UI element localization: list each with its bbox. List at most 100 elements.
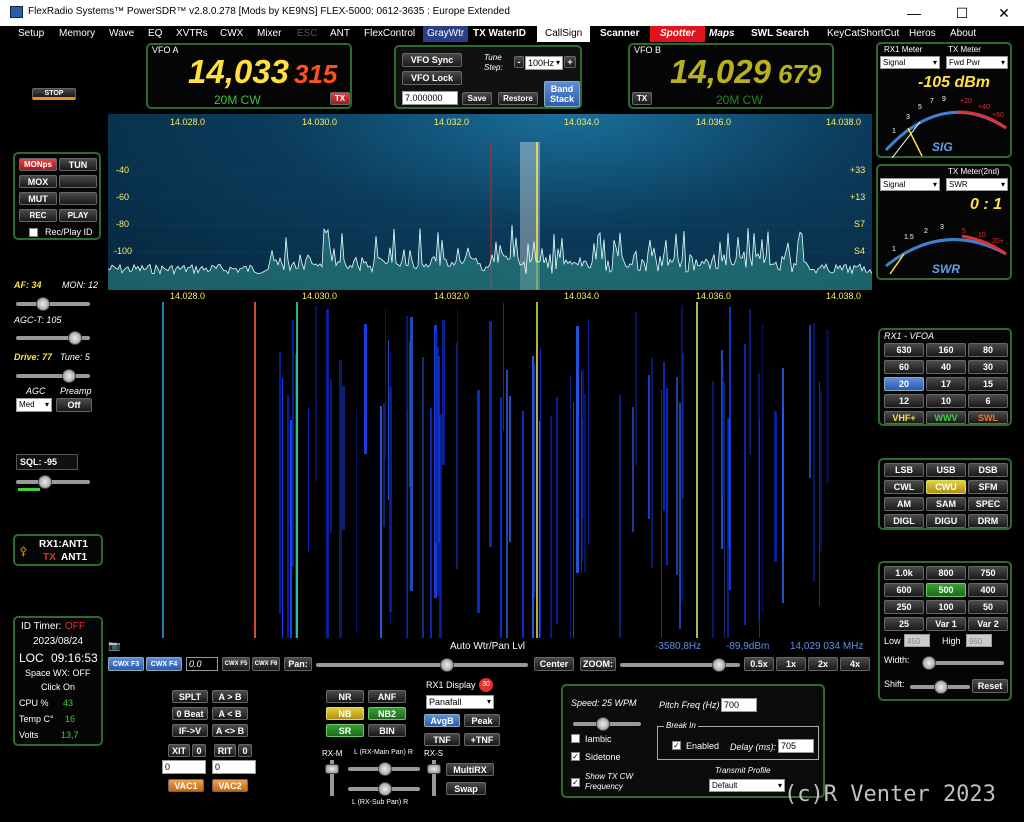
af-slider-track[interactable] xyxy=(16,302,90,306)
mode-spec-button[interactable]: SPEC xyxy=(968,497,1008,511)
avgb-button[interactable]: AvgB xyxy=(424,714,460,727)
menu-heros[interactable]: Heros xyxy=(909,28,936,39)
menu-tx-waterid[interactable]: TX WaterID xyxy=(473,28,526,39)
main-pan-slider-knob[interactable] xyxy=(378,762,392,776)
nr-button[interactable]: NR xyxy=(326,690,364,703)
mode-sfm-button[interactable]: SFM xyxy=(968,480,1008,494)
id-timer-value[interactable]: OFF xyxy=(65,621,85,632)
vfo-a-freq-sub[interactable]: 315 xyxy=(294,59,337,90)
tune-step-select[interactable]: 100Hz xyxy=(525,56,563,70)
menu-memory[interactable]: Memory xyxy=(59,28,95,39)
band-6-button[interactable]: 6 xyxy=(968,394,1008,408)
vfo-b-freq-sub[interactable]: 679 xyxy=(778,59,821,90)
zoom-2x-button[interactable]: 2x xyxy=(808,657,838,671)
agc-select[interactable]: Med xyxy=(16,398,52,412)
blank-button-2[interactable] xyxy=(59,192,97,205)
mode-cwu-button[interactable]: CWU xyxy=(926,480,966,494)
mode-lsb-button[interactable]: LSB xyxy=(884,463,924,477)
xit-value-input[interactable]: 0 xyxy=(162,760,206,774)
filter-250-button[interactable]: 250 xyxy=(884,600,924,614)
af-slider-knob[interactable] xyxy=(36,297,50,311)
mode-digu-button[interactable]: DIGU xyxy=(926,514,966,528)
bin-button[interactable]: BIN xyxy=(368,724,406,737)
panadapter-display[interactable]: 14.028.0 14.030.0 14.032.0 14.034.0 14.0… xyxy=(108,114,872,290)
band-wwv-button[interactable]: WWV xyxy=(926,411,966,424)
zoom-button[interactable]: ZOOM: xyxy=(580,657,616,671)
mode-drm-button[interactable]: DRM xyxy=(968,514,1008,528)
rit-zero-button[interactable]: 0 xyxy=(238,744,252,757)
filter-low-input[interactable]: 450 xyxy=(904,634,930,647)
mode-sam-button[interactable]: SAM xyxy=(926,497,966,511)
menu-about[interactable]: About xyxy=(950,28,976,39)
menu-setup[interactable]: Setup xyxy=(18,28,44,39)
multirx-button[interactable]: MultiRX xyxy=(446,763,494,776)
zoom-05x-button[interactable]: 0.5x xyxy=(744,657,774,671)
sql-slider-knob[interactable] xyxy=(38,475,52,489)
band-30-button[interactable]: 30 xyxy=(968,360,1008,374)
if-to-v-button[interactable]: IF->V xyxy=(172,724,208,737)
vfo-a-tx-button[interactable]: TX xyxy=(330,92,350,105)
sidetone-checkbox[interactable]: ✓ xyxy=(571,752,580,761)
vac2-button[interactable]: VAC2 xyxy=(212,779,248,792)
delay-input[interactable]: 705 xyxy=(778,739,814,753)
band-20-button[interactable]: 20 xyxy=(884,377,924,391)
menu-xvtrs[interactable]: XVTRs xyxy=(176,28,208,39)
restore-button[interactable]: Restore xyxy=(498,92,538,105)
filter-1k-button[interactable]: 1.0k xyxy=(884,566,924,580)
vfo-b-tx-button[interactable]: TX xyxy=(632,92,652,105)
monps-button[interactable]: MONps xyxy=(19,158,57,171)
band-17-button[interactable]: 17 xyxy=(926,377,966,391)
iambic-checkbox[interactable] xyxy=(571,734,580,743)
nb2-button[interactable]: NB2 xyxy=(368,707,406,720)
zoom-1x-button[interactable]: 1x xyxy=(776,657,806,671)
rx-antenna-label[interactable]: RX1:ANT1 xyxy=(39,539,88,550)
tx-profile-select[interactable]: Default xyxy=(709,779,785,792)
vfo-b-freq[interactable]: 14,029 xyxy=(670,53,771,91)
band-10-button[interactable]: 10 xyxy=(926,394,966,408)
tune-step-plus-button[interactable]: + xyxy=(564,56,576,68)
cwx-f3-button[interactable]: CWX F3 xyxy=(108,657,144,671)
filter-reset-button[interactable]: Reset xyxy=(972,679,1008,693)
multirx-swap-button[interactable]: Swap xyxy=(446,782,486,795)
tun-button[interactable]: TUN xyxy=(59,158,97,171)
band-630-button[interactable]: 630 xyxy=(884,343,924,357)
click-on-label[interactable]: Click On xyxy=(41,682,75,692)
vfo-lock-button[interactable]: VFO Lock xyxy=(402,71,462,85)
filter-750-button[interactable]: 750 xyxy=(968,566,1008,580)
menu-ant[interactable]: ANT xyxy=(330,28,350,39)
show-tx-cw-checkbox[interactable]: ✓ xyxy=(571,778,580,787)
filter-600-button[interactable]: 600 xyxy=(884,583,924,597)
band-vhf-button[interactable]: VHF+ xyxy=(884,411,924,424)
filter-25-button[interactable]: 25 xyxy=(884,617,924,631)
a-to-b-button[interactable]: A > B xyxy=(212,690,248,703)
band-15-button[interactable]: 15 xyxy=(968,377,1008,391)
pan-button[interactable]: Pan: xyxy=(284,657,312,671)
menu-esc[interactable]: ESC xyxy=(297,28,318,39)
sql-slider-track[interactable] xyxy=(16,480,90,484)
menu-graywtr[interactable]: GrayWtr xyxy=(423,26,469,42)
band-160-button[interactable]: 160 xyxy=(926,343,966,357)
filter-var1-button[interactable]: Var 1 xyxy=(926,617,966,631)
vac1-button[interactable]: VAC1 xyxy=(168,779,204,792)
sr-button[interactable]: SR xyxy=(326,724,364,737)
mode-am-button[interactable]: AM xyxy=(884,497,924,511)
pan-slider-knob[interactable] xyxy=(440,658,454,672)
minimize-icon[interactable]: — xyxy=(904,4,924,22)
cwx-f4-button[interactable]: CWX F4 xyxy=(146,657,182,671)
filter-shift-slider-knob[interactable] xyxy=(934,680,948,694)
band-stack-button[interactable]: Band Stack xyxy=(544,81,580,107)
drive-slider-track[interactable] xyxy=(16,374,90,378)
swap-ab-button[interactable]: A <> B xyxy=(212,724,248,737)
save-button[interactable]: Save xyxy=(462,92,492,105)
filter-500-button[interactable]: 500 xyxy=(926,583,966,597)
breakin-enabled-checkbox[interactable]: ✓ xyxy=(672,741,681,750)
rit-value-input[interactable]: 0 xyxy=(212,760,256,774)
band-swl-button[interactable]: SWL xyxy=(968,411,1008,424)
menu-keycatshortcut[interactable]: KeyCatShortCut xyxy=(827,28,899,39)
split-button[interactable]: SPLT xyxy=(172,690,208,703)
tnf-button[interactable]: TNF xyxy=(424,733,460,746)
menu-scanner[interactable]: Scanner xyxy=(600,28,639,39)
mode-usb-button[interactable]: USB xyxy=(926,463,966,477)
anf-button[interactable]: ANF xyxy=(368,690,406,703)
vfo-freq-input[interactable]: 7.000000 xyxy=(402,91,458,105)
